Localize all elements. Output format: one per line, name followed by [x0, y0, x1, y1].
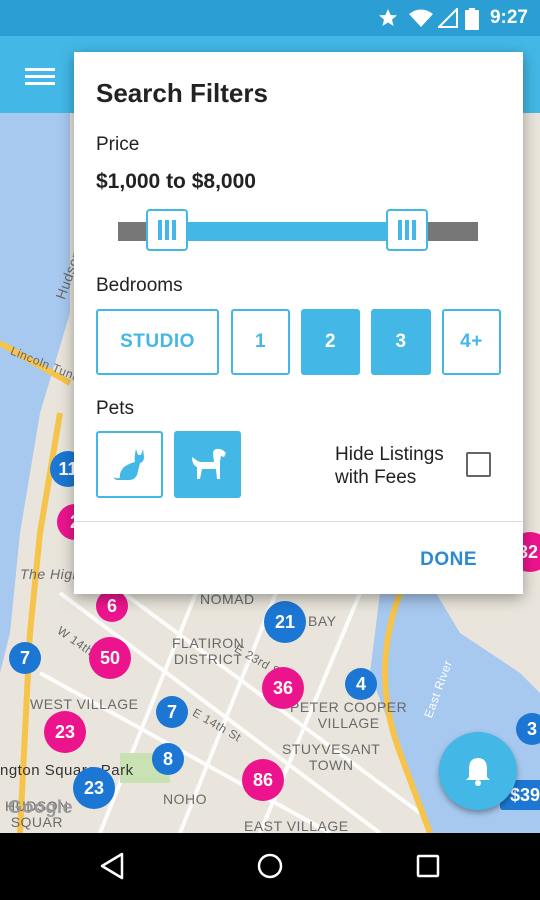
- done-button[interactable]: DONE: [420, 549, 477, 571]
- status-bar: 9:27: [0, 0, 540, 36]
- map-label-east-village: EAST VILLAGE: [244, 818, 349, 833]
- bedroom-4plus-button[interactable]: 4+: [442, 309, 501, 375]
- system-nav-bar: [0, 833, 540, 900]
- hide-fees-checkbox[interactable]: [466, 452, 491, 477]
- listing-pin[interactable]: 86: [242, 759, 284, 801]
- listing-pin[interactable]: 21: [264, 601, 306, 643]
- bedroom-2-button[interactable]: 2: [301, 309, 360, 375]
- bedroom-1-button[interactable]: 1: [231, 309, 290, 375]
- listing-pin[interactable]: 50: [89, 637, 131, 679]
- dog-icon: [191, 448, 226, 479]
- map-label-west-village: WEST VILLAGE: [30, 696, 139, 712]
- listing-pin[interactable]: 8: [152, 743, 184, 775]
- star-icon: [379, 9, 397, 26]
- hamburger-menu-icon[interactable]: [25, 68, 55, 86]
- listing-pin[interactable]: 7: [9, 642, 41, 674]
- battery-icon: [465, 8, 479, 30]
- google-logo: Google: [8, 797, 73, 817]
- map-label-washington-sq: ngton Square Park: [0, 762, 134, 779]
- cat-icon: [113, 448, 144, 480]
- dialog-divider: [74, 521, 523, 522]
- listing-pin[interactable]: 4: [345, 668, 377, 700]
- listing-pin[interactable]: 23: [73, 767, 115, 809]
- bell-icon: [466, 758, 490, 786]
- wifi-icon: [409, 9, 433, 27]
- listing-pin[interactable]: 7: [156, 696, 188, 728]
- price-label: Price: [96, 134, 140, 155]
- price-slider-min-handle[interactable]: [146, 209, 188, 251]
- hide-fees-label-line1: Hide Listings: [335, 444, 444, 465]
- bedrooms-label: Bedrooms: [96, 275, 183, 296]
- map-label-peter-cooper: PETER COOPER VILLAGE: [290, 699, 408, 731]
- back-icon[interactable]: [98, 851, 126, 881]
- map-label-noho: NOHO: [163, 791, 207, 807]
- hide-fees-label: Hide Listings with Fees: [335, 443, 444, 489]
- map-label-bay: BAY: [308, 613, 337, 629]
- pet-cat-button[interactable]: [96, 431, 163, 498]
- map-label-stuyvesant: STUYVESANT TOWN: [282, 741, 381, 773]
- pets-label: Pets: [96, 398, 135, 419]
- listing-pin[interactable]: 6: [96, 590, 128, 622]
- price-slider-fill: [164, 222, 404, 241]
- map-label-the-high: The High: [20, 566, 81, 582]
- recents-icon[interactable]: [414, 851, 442, 881]
- listing-pin[interactable]: 3: [516, 713, 540, 745]
- listing-pin[interactable]: 23: [44, 711, 86, 753]
- signal-icon: [438, 8, 458, 28]
- hide-fees-label-line2: with Fees: [335, 467, 417, 488]
- price-range-value: $1,000 to $8,000: [96, 170, 256, 193]
- home-icon[interactable]: [256, 851, 284, 881]
- alert-fab-button[interactable]: [439, 732, 517, 810]
- search-filters-dialog: Search Filters Price $1,000 to $8,000 Be…: [74, 52, 523, 594]
- pet-dog-button[interactable]: [174, 431, 241, 498]
- bedroom-3-button[interactable]: 3: [371, 309, 431, 375]
- bedroom-studio-button[interactable]: STUDIO: [96, 309, 219, 375]
- price-slider-max-handle[interactable]: [386, 209, 428, 251]
- status-time: 9:27: [489, 7, 528, 28]
- dialog-title: Search Filters: [96, 78, 268, 108]
- listing-pin[interactable]: 36: [262, 667, 304, 709]
